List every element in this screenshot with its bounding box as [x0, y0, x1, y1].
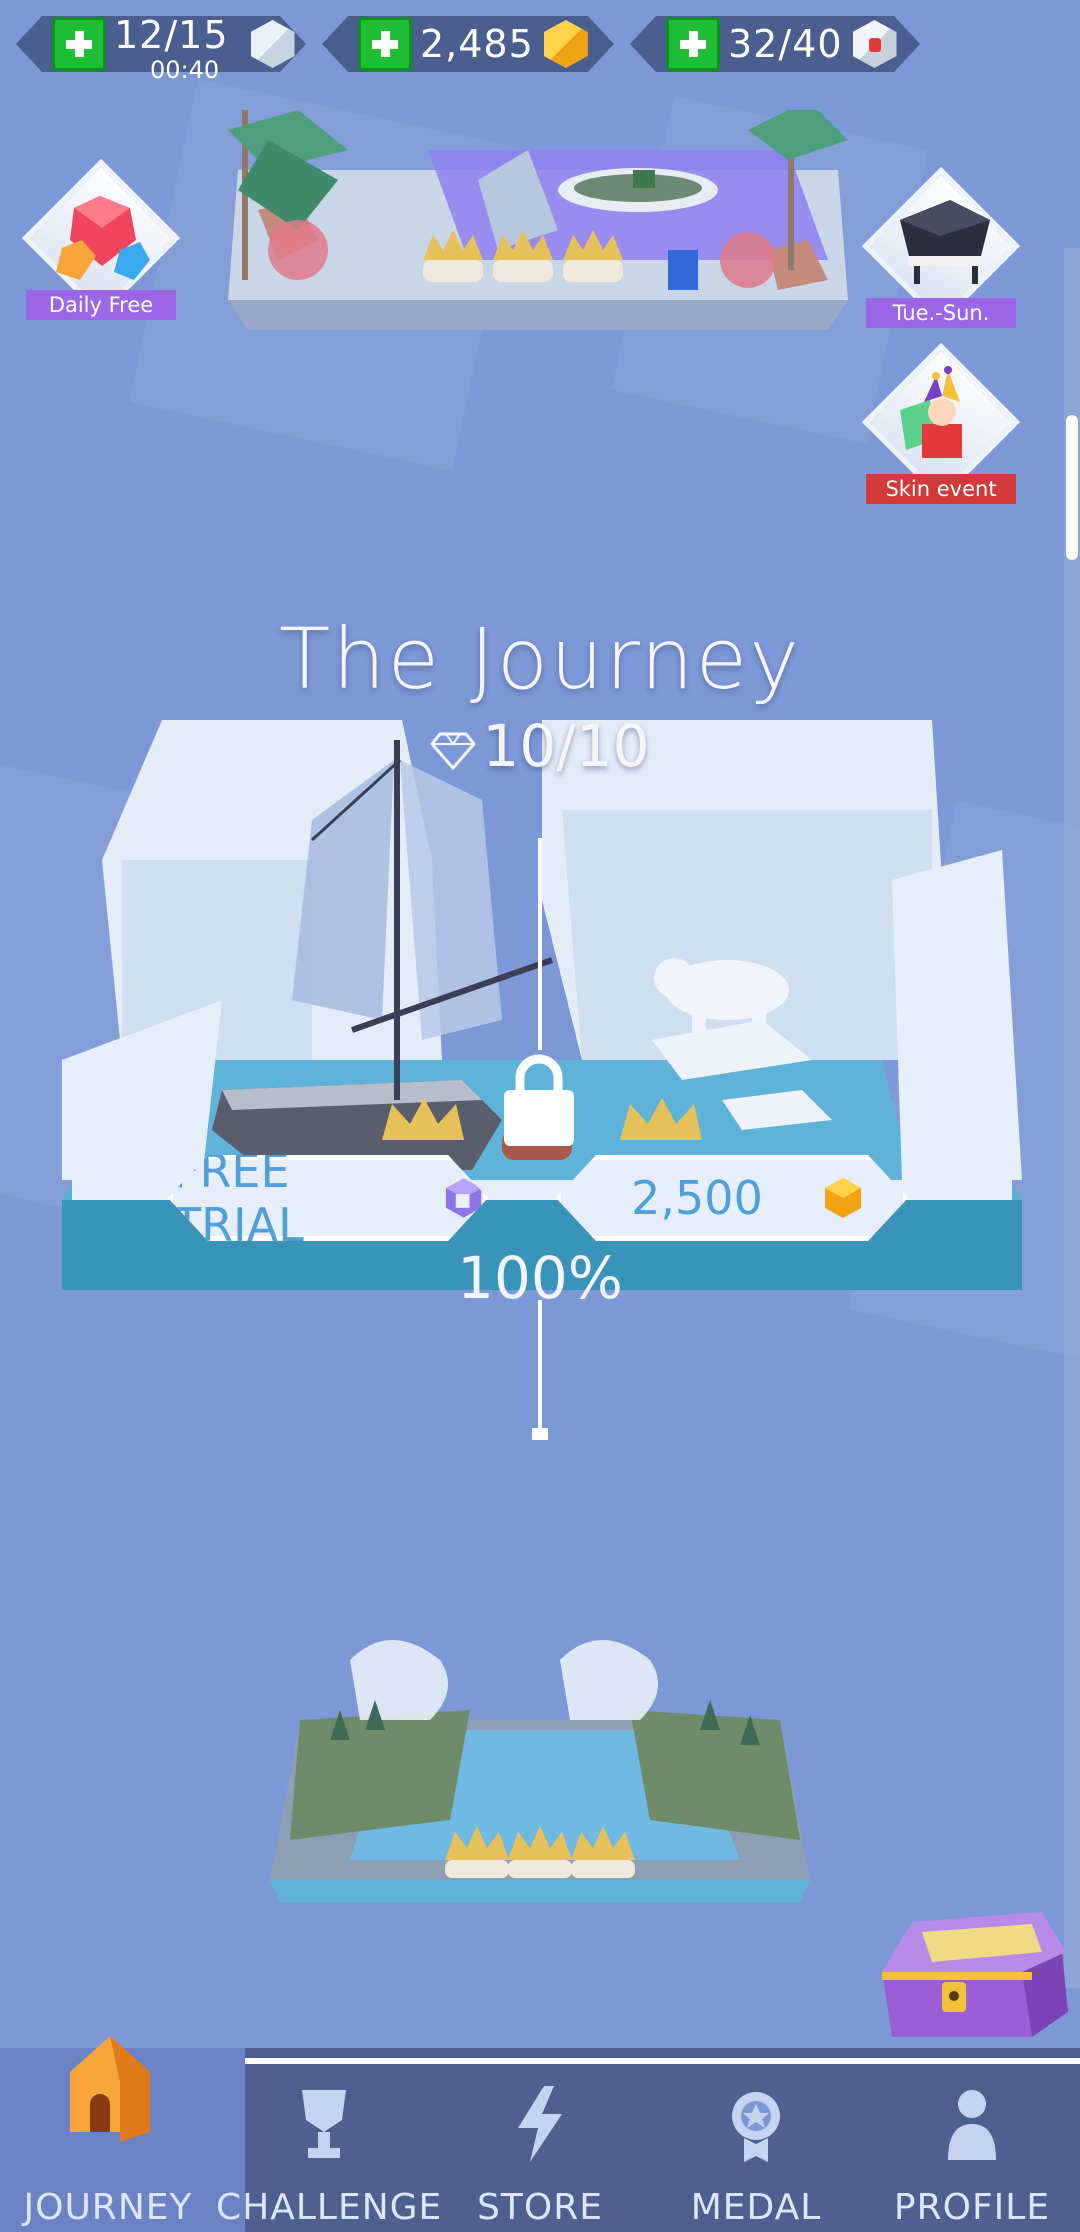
next-level-island[interactable]: [270, 1620, 810, 1920]
scrollbar-thumb[interactable]: [1066, 415, 1078, 560]
trophy-icon: [302, 2090, 346, 2158]
gold-cube-icon: [823, 1176, 863, 1220]
skin-event-button[interactable]: Skin event: [861, 342, 1021, 504]
nav-challenge[interactable]: CHALLENGE: [216, 2048, 443, 2232]
lock-icon: [504, 1054, 574, 1146]
daily-free-label: Daily Free: [26, 290, 176, 320]
grand-piano-icon: [900, 200, 990, 284]
level-progress: 100%: [457, 1244, 623, 1312]
nav-journey-label: JOURNEY: [23, 2187, 193, 2228]
piano-event-label: Tue.-Sun.: [866, 298, 1016, 328]
nav-medal[interactable]: MEDAL: [648, 2048, 864, 2232]
jester-icon: [900, 366, 962, 458]
treasure-chest-icon[interactable]: [872, 1912, 1072, 2042]
price-label: 2,500: [631, 1171, 763, 1225]
nav-profile-label: PROFILE: [893, 2187, 1051, 2228]
person-icon: [948, 2090, 996, 2160]
level-title: The Journey: [278, 610, 802, 708]
lightning-icon: [518, 2086, 562, 2162]
add-energy-button[interactable]: [52, 17, 106, 71]
ticket-value: 32/40: [728, 22, 843, 66]
path-end-dot: [532, 1428, 548, 1440]
previous-level-island[interactable]: [228, 110, 848, 330]
nav-profile[interactable]: PROFILE: [864, 2048, 1080, 2232]
free-trial-button[interactable]: FREE TRIAL: [168, 1155, 488, 1241]
free-trial-label: FREE TRIAL: [173, 1144, 304, 1252]
coin-counter[interactable]: 2,485: [322, 10, 614, 78]
nav-medal-label: MEDAL: [690, 2187, 822, 2228]
piano-event-button[interactable]: Tue.-Sun.: [861, 166, 1021, 328]
path-line-bottom: [538, 1300, 542, 1430]
coin-value: 2,485: [420, 22, 534, 66]
add-coins-button[interactable]: [358, 17, 412, 71]
energy-counter[interactable]: 12/15 00:40: [16, 10, 306, 84]
daily-free-button[interactable]: Daily Free: [21, 158, 181, 320]
medal-icon: [732, 2092, 780, 2162]
add-tickets-button[interactable]: [666, 17, 720, 71]
buy-level-button[interactable]: 2,500: [556, 1155, 908, 1241]
gems-icon: [56, 196, 150, 280]
diamond-icon: [430, 732, 477, 770]
skin-event-label: Skin event: [866, 474, 1016, 504]
nav-journey[interactable]: JOURNEY: [0, 2036, 216, 2232]
ticket-counter[interactable]: 32/40: [630, 10, 920, 78]
bottom-nav: JOURNEY CHALLENGE STORE MEDAL PROFILE: [0, 2036, 1080, 2232]
nav-store-label: STORE: [477, 2187, 603, 2228]
gem-progress: 10/10: [0, 712, 1080, 780]
energy-timer: 00:40: [150, 56, 220, 84]
house-icon: [70, 2036, 150, 2142]
energy-value: 12/15: [114, 13, 229, 57]
path-line-top: [538, 838, 542, 1050]
gem-count: 10/10: [482, 712, 650, 780]
nav-challenge-label: CHALLENGE: [216, 2187, 443, 2228]
nav-store[interactable]: STORE: [432, 2048, 648, 2232]
